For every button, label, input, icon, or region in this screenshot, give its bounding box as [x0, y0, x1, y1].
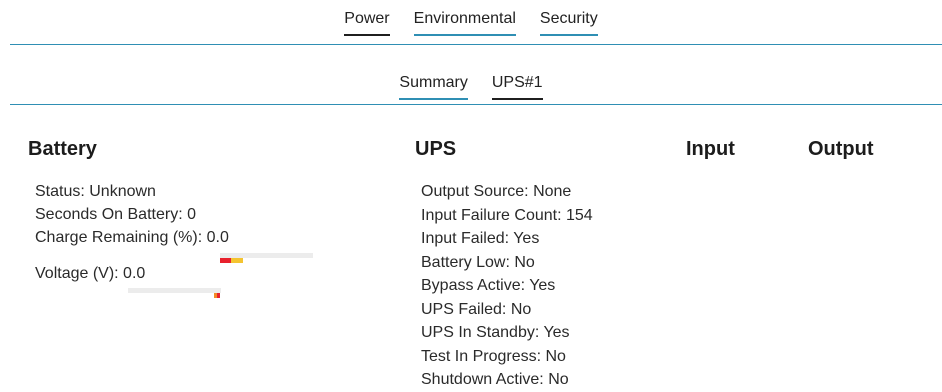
tab-security-label: Security: [539, 10, 598, 27]
ups-shutdown-active: Shutdown Active: No: [421, 371, 569, 388]
charge-gauge-yellow-segment: [231, 258, 243, 263]
tab-environmental-underline: [413, 34, 516, 36]
tab-summary[interactable]: Summary: [399, 74, 468, 100]
sub-tab-divider: [10, 104, 942, 105]
battery-heading: Battery: [28, 138, 97, 160]
tab-security-underline: [539, 34, 598, 36]
output-section: Output: [808, 138, 874, 161]
tab-ups1-label: UPS#1: [491, 74, 543, 91]
tab-security[interactable]: Security: [539, 10, 598, 36]
ups-bypass-active: Bypass Active: Yes: [421, 277, 556, 294]
tab-power[interactable]: Power: [344, 10, 390, 36]
tab-ups1-underline: [491, 98, 543, 100]
input-section: Input: [686, 138, 735, 161]
top-tab-bar: Power Environmental Security: [0, 10, 942, 36]
ups-battery-low: Battery Low: No: [421, 253, 535, 271]
tab-environmental[interactable]: Environmental: [413, 10, 516, 36]
battery-voltage: Voltage (V): 0.0: [35, 265, 146, 282]
ups-details: Output Source: None Input Failure Count:…: [421, 180, 593, 392]
output-heading: Output: [808, 138, 874, 160]
tab-summary-label: Summary: [399, 74, 468, 91]
input-heading: Input: [686, 138, 735, 160]
battery-details: Status: Unknown Seconds On Battery: 0 Ch…: [35, 180, 229, 250]
battery-seconds-on-battery: Seconds On Battery: 0: [35, 206, 196, 223]
tab-ups1[interactable]: UPS#1: [491, 74, 543, 100]
ups-failed: UPS Failed: No: [421, 300, 532, 318]
sub-tab-bar: Summary UPS#1: [0, 74, 942, 100]
tab-environmental-label: Environmental: [413, 10, 516, 27]
battery-section: Battery: [28, 138, 97, 161]
ups-test-in-progress: Test In Progress: No: [421, 347, 566, 365]
ups-output-source: Output Source: None: [421, 183, 572, 200]
battery-status: Status: Unknown: [35, 183, 156, 200]
voltage-gauge: [128, 288, 221, 298]
voltage-gauge-red-segment: [217, 293, 220, 298]
ups-input-failure-count: Input Failure Count: 154: [421, 206, 593, 224]
battery-charge-remaining: Charge Remaining (%): 0.0: [35, 229, 229, 246]
tab-power-underline: [344, 34, 390, 36]
charge-gauge-red-segment: [220, 258, 231, 263]
charge-gauge: [220, 253, 313, 263]
battery-voltage-row: Voltage (V): 0.0: [35, 262, 145, 286]
ups-in-standby: UPS In Standby: Yes: [421, 324, 570, 341]
tab-power-label: Power: [344, 10, 390, 27]
ups-section: UPS: [415, 138, 456, 161]
top-tab-divider: [10, 44, 942, 45]
voltage-gauge-track: [128, 288, 221, 293]
tab-summary-underline: [399, 98, 468, 100]
ups-input-failed: Input Failed: Yes: [421, 230, 540, 247]
ups-heading: UPS: [415, 138, 457, 160]
